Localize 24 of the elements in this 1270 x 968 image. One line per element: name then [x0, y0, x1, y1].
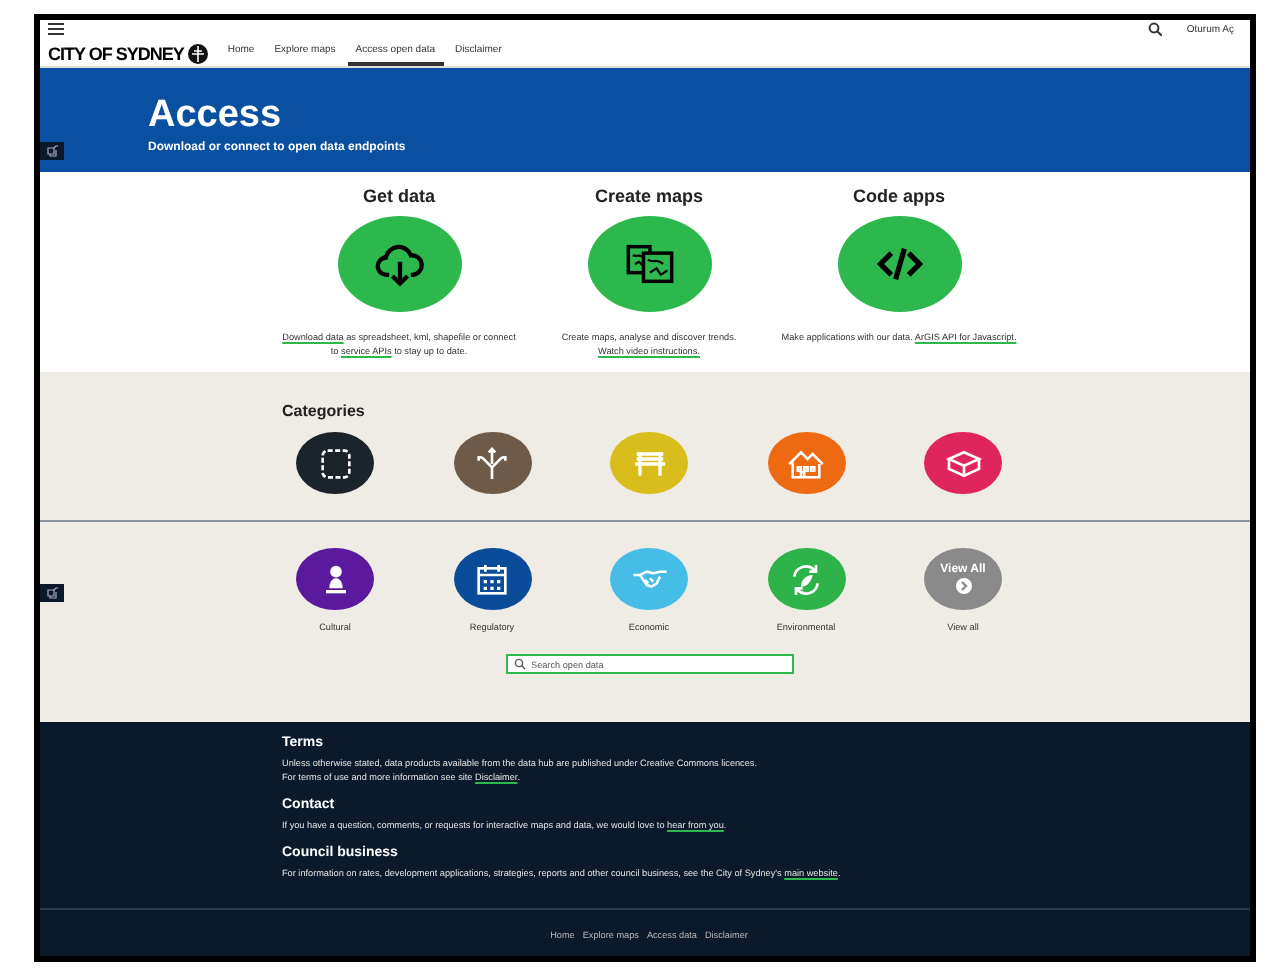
category-button[interactable]	[296, 432, 374, 494]
menu-icon[interactable]	[48, 22, 64, 36]
dashed-frame-icon	[315, 443, 355, 483]
side-toggle-button[interactable]	[40, 584, 64, 602]
feature-title: Create maps	[594, 186, 704, 208]
search-icon[interactable]	[1148, 22, 1163, 36]
category-button[interactable]	[453, 432, 531, 494]
toggle-icon	[45, 144, 59, 158]
feature-title: Get data	[362, 186, 435, 208]
search-icon	[513, 658, 525, 670]
calendar-icon	[472, 559, 512, 599]
feature-circle[interactable]	[837, 216, 961, 312]
chevron-icon	[955, 578, 971, 594]
feature-circle[interactable]	[337, 216, 461, 312]
toggle-icon	[45, 586, 59, 600]
category-button[interactable]	[296, 548, 374, 610]
page-title: Access	[148, 96, 284, 136]
category-button[interactable]	[453, 548, 531, 610]
feature-circle[interactable]	[587, 216, 711, 312]
section-title: Categories	[280, 400, 367, 422]
logo-text: CITY OF SYDNEY	[48, 42, 184, 66]
side-toggle-button[interactable]	[40, 142, 64, 160]
feature-title: Code apps	[852, 186, 945, 208]
split-arrows-icon	[472, 443, 512, 483]
